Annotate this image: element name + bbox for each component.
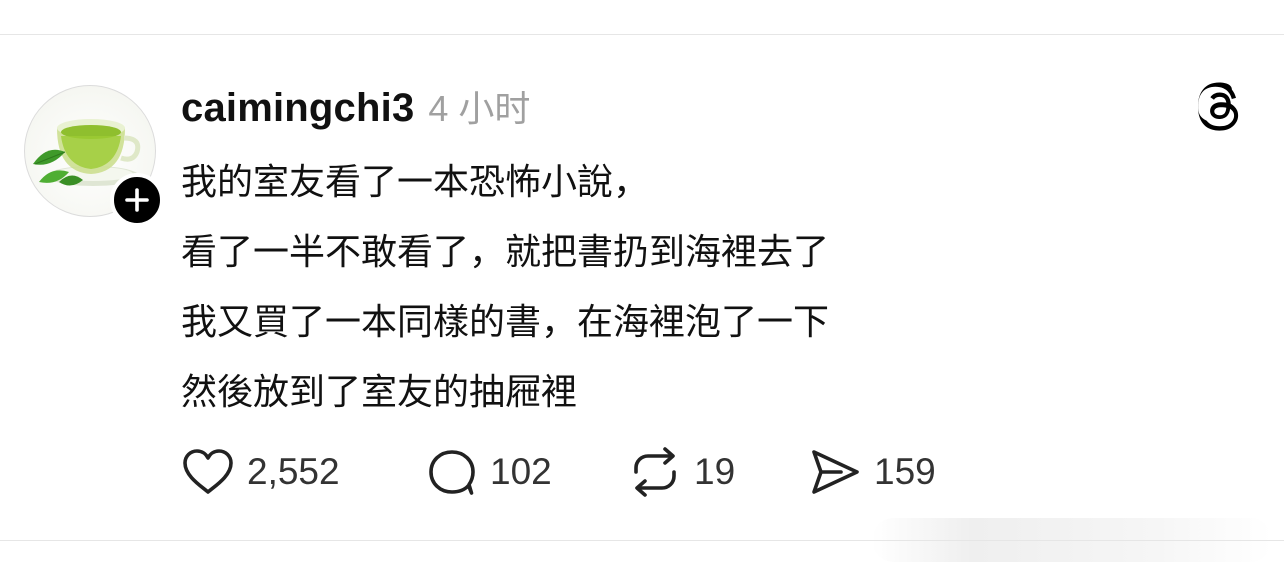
heart-icon — [183, 449, 233, 494]
follow-button[interactable] — [110, 173, 164, 227]
post-line-4: 然後放到了室友的抽屜裡 — [181, 372, 578, 413]
timestamp: 4 小时 — [428, 88, 531, 129]
reply-count: 102 — [490, 451, 552, 492]
top-divider — [0, 34, 1284, 35]
share-count: 159 — [874, 451, 936, 492]
threads-post: caimingchi3 4 小时 我的室友看了一本恐怖小說， 看了一半不敢看了，… — [0, 0, 1284, 569]
repost-arrows-icon — [634, 447, 676, 497]
action-bar: 2,552 102 19 159 — [181, 446, 936, 498]
repost-count: 19 — [694, 451, 736, 492]
reply-button[interactable]: 102 — [426, 446, 628, 498]
like-count: 2,552 — [247, 451, 340, 492]
bottom-divider — [0, 540, 1284, 541]
post-line-2: 看了一半不敢看了，就把書扔到海裡去了 — [181, 232, 830, 273]
send-icon — [812, 450, 859, 494]
post-line-1: 我的室友看了一本恐怖小說， — [181, 162, 650, 203]
username[interactable]: caimingchi3 — [181, 86, 414, 131]
post-header: caimingchi3 4 小时 — [181, 80, 530, 132]
speech-bubble-icon — [429, 450, 475, 495]
plus-icon — [125, 188, 149, 212]
repost-button[interactable]: 19 — [628, 446, 808, 498]
share-button[interactable]: 159 — [808, 446, 936, 498]
post-line-3: 我又買了一本同樣的書，在海裡泡了一下 — [181, 302, 830, 343]
like-button[interactable]: 2,552 — [181, 447, 426, 497]
post-text: 我的室友看了一本恐怖小說， 看了一半不敢看了，就把書扔到海裡去了 我又買了一本同… — [181, 148, 1081, 428]
threads-logo-icon[interactable] — [1194, 80, 1246, 132]
avatar-container[interactable] — [24, 85, 164, 227]
